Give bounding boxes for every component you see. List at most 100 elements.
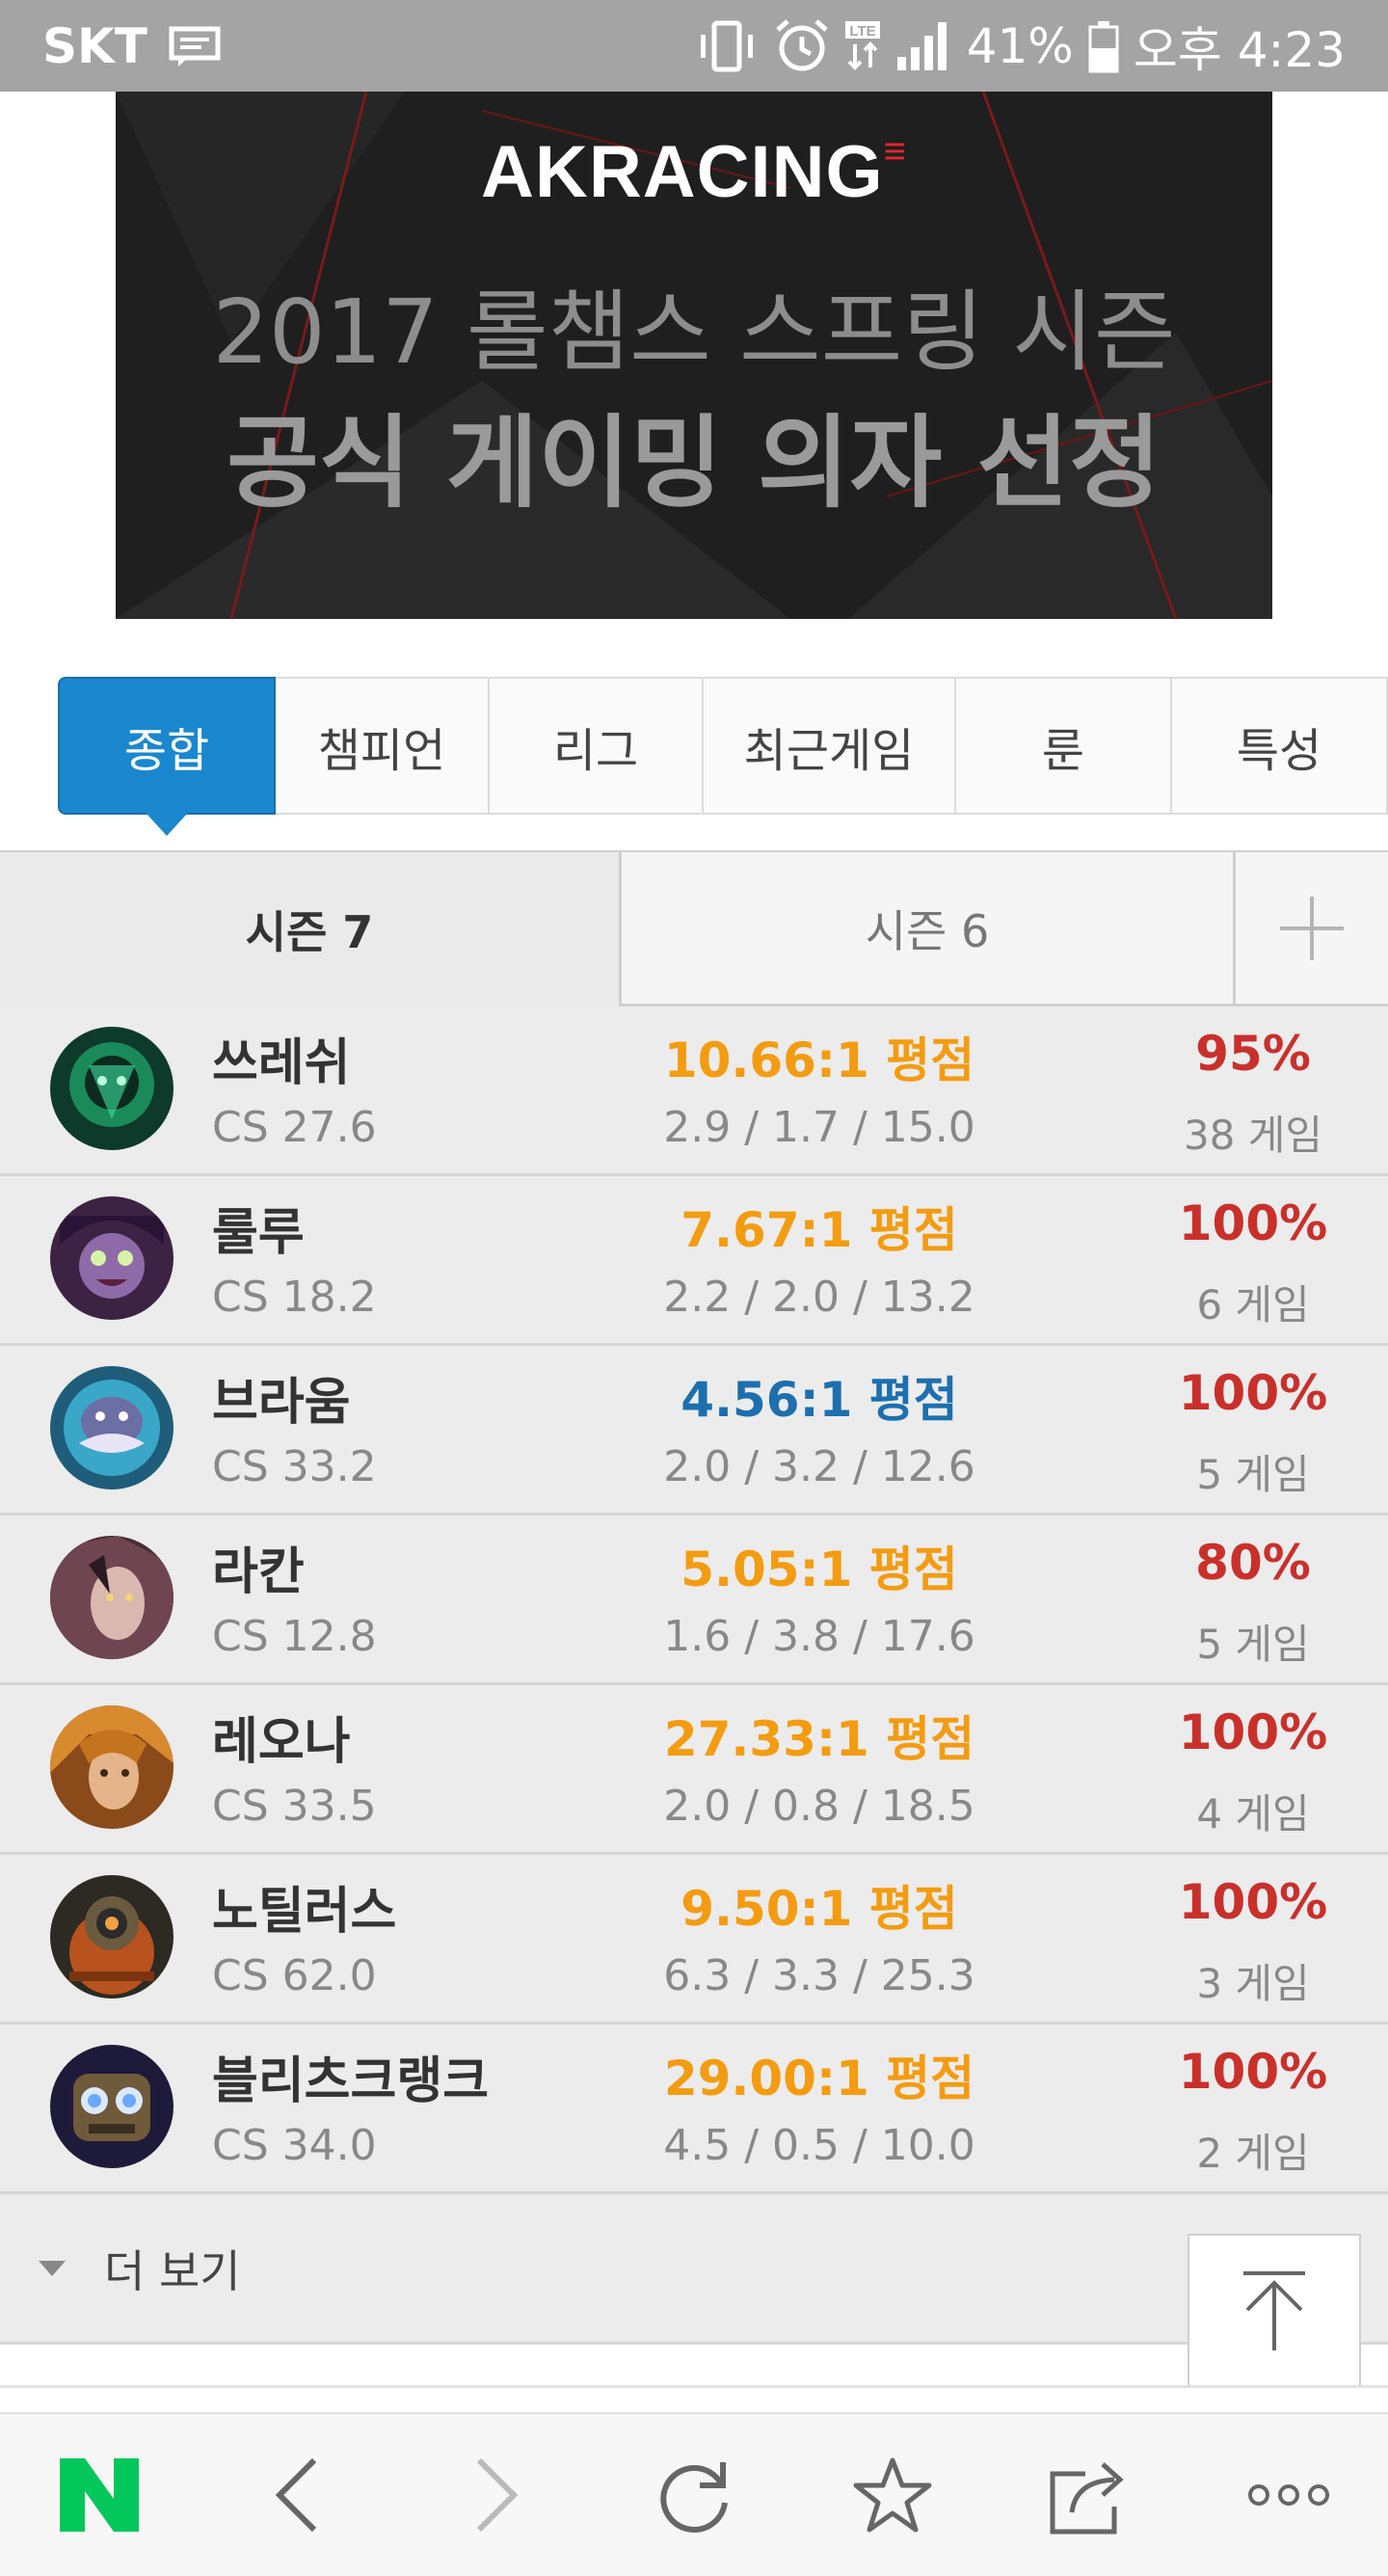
champion-cs: CS 62.0 xyxy=(212,1951,377,2000)
champion-cs: CS 12.8 xyxy=(212,1612,377,1661)
kda-ratio: 29.00:1 평점 xyxy=(663,2051,975,2106)
forward-button[interactable] xyxy=(428,2428,563,2563)
scroll-to-top-button[interactable] xyxy=(1188,2234,1361,2388)
champion-row[interactable]: 라칸 CS 12.8 5.05:1 평점 1.6 / 3.8 / 17.6 80… xyxy=(0,1516,1388,1685)
champion-name: 브라움 xyxy=(212,1374,351,1432)
games-played: 38 게임 xyxy=(1183,1112,1323,1159)
more-dots-icon xyxy=(1248,2484,1330,2506)
tab-league[interactable]: 리그 xyxy=(490,677,704,815)
tab-recent-games[interactable]: 최근게임 xyxy=(704,677,956,815)
banner-subheadline: 공식 게이밍 의자 선정 xyxy=(227,404,1161,522)
carrier-label: SKT xyxy=(42,17,147,74)
champion-portrait-nautilus xyxy=(50,1875,174,1999)
win-rate: 100% xyxy=(1178,1365,1328,1421)
champion-row[interactable]: 브라움 CS 33.2 4.56:1 평점 2.0 / 3.2 / 12.6 1… xyxy=(0,1346,1388,1516)
champion-portrait-leona xyxy=(50,1705,174,1829)
tab-masteries[interactable]: 특성 xyxy=(1172,677,1388,815)
champion-name: 노틸러스 xyxy=(212,1883,397,1941)
akracing-logo: AKRACING≡ xyxy=(481,130,907,213)
refresh-button[interactable] xyxy=(627,2428,761,2563)
games-played: 4 게임 xyxy=(1196,1790,1310,1838)
champion-row[interactable]: 레오나 CS 33.5 27.33:1 평점 2.0 / 0.8 / 18.5 … xyxy=(0,1685,1388,1855)
tab-summary[interactable]: 종합 xyxy=(58,677,276,836)
tab-runes[interactable]: 룬 xyxy=(956,677,1172,815)
add-season-button[interactable] xyxy=(1236,852,1388,1006)
banner-headline: 2017 롤챔스 스프링 시즌 xyxy=(212,281,1176,384)
games-played: 5 게임 xyxy=(1196,1621,1310,1668)
status-bar: SKT LTE 41% 오후 4:23 xyxy=(0,0,1388,92)
champion-name: 레오나 xyxy=(212,1713,351,1771)
games-played: 2 게임 xyxy=(1196,2130,1310,2177)
kda-detail: 6.3 / 3.3 / 25.3 xyxy=(663,1951,975,2000)
champion-cs: CS 33.5 xyxy=(212,1782,377,1831)
refresh-icon xyxy=(660,2462,728,2533)
ad-banner[interactable]: AKRACING≡ 2017 롤챔스 스프링 시즌 공식 게이밍 의자 선정 xyxy=(116,92,1272,619)
plus-icon xyxy=(1280,896,1344,960)
naver-home-button[interactable] xyxy=(32,2428,167,2563)
champion-cs: CS 33.2 xyxy=(212,1442,377,1491)
caret-down-icon xyxy=(39,2260,66,2276)
status-icons: LTE 41% 오후 4:23 xyxy=(693,12,1346,81)
alarm-icon xyxy=(775,18,828,70)
kda-ratio: 9.50:1 평점 xyxy=(681,1881,958,1937)
signal-icon xyxy=(896,21,947,70)
champion-stats-list: 쓰레쉬 CS 27.6 10.66:1 평점 2.9 / 1.7 / 15.0 … xyxy=(0,1006,1388,2194)
vibrate-icon xyxy=(700,20,753,71)
win-rate: 100% xyxy=(1178,2044,1328,2100)
back-button[interactable] xyxy=(230,2428,365,2563)
battery-icon xyxy=(1088,20,1119,72)
tab-champion[interactable]: 챔피언 xyxy=(276,677,490,815)
kda-ratio: 5.05:1 평점 xyxy=(681,1542,958,1597)
season-tabs: 시즌 7 시즌 6 xyxy=(0,850,1388,1006)
champion-portrait-thresh xyxy=(50,1027,174,1150)
kda-detail: 2.2 / 2.0 / 13.2 xyxy=(663,1273,975,1322)
kda-ratio: 10.66:1 평점 xyxy=(663,1033,975,1088)
champion-cs: CS 27.6 xyxy=(212,1103,377,1152)
champion-row[interactable]: 룰루 CS 18.2 7.67:1 평점 2.2 / 2.0 / 13.2 10… xyxy=(0,1176,1388,1346)
champion-cs: CS 18.2 xyxy=(212,1273,377,1322)
kda-detail: 2.0 / 3.2 / 12.6 xyxy=(663,1442,975,1491)
kda-ratio: 4.56:1 평점 xyxy=(681,1372,958,1428)
more-menu-button[interactable] xyxy=(1221,2428,1356,2563)
message-icon xyxy=(169,26,221,67)
champion-portrait-blitzcrank xyxy=(50,2045,174,2168)
kda-ratio: 27.33:1 평점 xyxy=(663,1711,975,1767)
champion-portrait-braum xyxy=(50,1366,174,1489)
win-rate: 80% xyxy=(1195,1535,1311,1591)
champion-name: 블리츠크랭크 xyxy=(212,2053,490,2110)
champion-row[interactable]: 노틸러스 CS 62.0 9.50:1 평점 6.3 / 3.3 / 25.3 … xyxy=(0,1855,1388,2025)
win-rate: 100% xyxy=(1178,1195,1328,1251)
kda-detail: 1.6 / 3.8 / 17.6 xyxy=(663,1612,975,1661)
kda-detail: 2.0 / 0.8 / 18.5 xyxy=(663,1782,975,1831)
champion-name: 라칸 xyxy=(212,1543,305,1601)
tab-season-7[interactable]: 시즌 7 xyxy=(0,852,619,1006)
champion-name: 쓰레쉬 xyxy=(212,1034,351,1092)
champion-portrait-lulu xyxy=(50,1196,174,1320)
win-rate: 100% xyxy=(1178,1704,1328,1760)
share-icon xyxy=(1050,2462,1125,2535)
back-icon xyxy=(275,2457,316,2533)
games-played: 3 게임 xyxy=(1196,1960,1310,2007)
lte-icon: LTE xyxy=(844,20,880,70)
browser-toolbar xyxy=(0,2412,1388,2576)
bookmark-button[interactable] xyxy=(825,2428,960,2563)
forward-icon xyxy=(477,2457,519,2533)
main-tabs: 종합 챔피언 리그 최근게임 룬 특성 xyxy=(58,677,1388,836)
games-played: 5 게임 xyxy=(1196,1451,1310,1498)
divider xyxy=(0,2385,1388,2388)
kda-detail: 4.5 / 0.5 / 10.0 xyxy=(663,2121,975,2170)
kda-detail: 2.9 / 1.7 / 15.0 xyxy=(663,1103,975,1152)
show-more-button[interactable]: 더 보기 xyxy=(0,2194,1388,2345)
champion-row[interactable]: 쓰레쉬 CS 27.6 10.66:1 평점 2.9 / 1.7 / 15.0 … xyxy=(0,1006,1388,1176)
tab-season-6[interactable]: 시즌 6 xyxy=(619,852,1236,1006)
show-more-label: 더 보기 xyxy=(104,2244,241,2297)
champion-portrait-rakan xyxy=(50,1536,174,1659)
win-rate: 95% xyxy=(1195,1026,1311,1082)
champion-row[interactable]: 블리츠크랭크 CS 34.0 29.00:1 평점 4.5 / 0.5 / 10… xyxy=(0,2025,1388,2194)
win-rate: 100% xyxy=(1178,1874,1328,1930)
champion-cs: CS 34.0 xyxy=(212,2121,377,2170)
kda-ratio: 7.67:1 평점 xyxy=(681,1202,958,1258)
share-button[interactable] xyxy=(1023,2428,1158,2563)
bookmark-star-icon xyxy=(853,2457,932,2533)
games-played: 6 게임 xyxy=(1196,1281,1310,1328)
